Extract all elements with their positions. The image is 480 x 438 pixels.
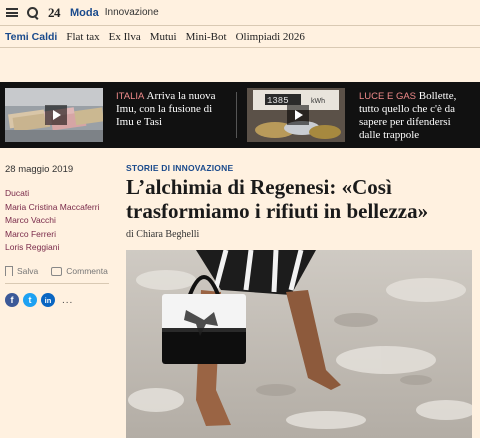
- facebook-icon[interactable]: f: [5, 293, 19, 307]
- video-thumbnail[interactable]: 1385 kWh: [247, 88, 345, 142]
- nav-link-flat-tax[interactable]: Flat tax: [66, 31, 99, 43]
- nav-link-mutui[interactable]: Mutui: [150, 31, 177, 43]
- article-actions: Salva Commenta: [5, 266, 108, 279]
- hot-topics-nav: Temi Caldi Flat tax Ex Ilva Mutui Mini-B…: [0, 26, 480, 48]
- article-kicker[interactable]: STORIE DI INNOVAZIONE: [126, 163, 233, 173]
- related-tags: Ducati Maria Cristina Maccaferri Marco V…: [5, 187, 99, 255]
- article-date: 28 maggio 2019: [5, 164, 74, 175]
- video-tag: LUCE E GAS: [359, 91, 417, 102]
- tag-link[interactable]: Ducati: [5, 187, 99, 201]
- logo[interactable]: 24: [48, 5, 61, 21]
- section-link[interactable]: Moda: [70, 7, 99, 19]
- tag-link[interactable]: Loris Reggiani: [5, 241, 99, 255]
- play-icon[interactable]: [287, 105, 309, 125]
- tag-link[interactable]: Marco Ferreri: [5, 228, 99, 242]
- menu-icon[interactable]: [6, 8, 18, 17]
- bookmark-icon[interactable]: [5, 266, 13, 279]
- hot-topics-label: Temi Caldi: [5, 30, 58, 43]
- video-tag: ITALIA: [116, 91, 145, 102]
- meter-digits: 1385: [267, 96, 289, 106]
- tag-link[interactable]: Maria Cristina Maccaferri: [5, 201, 99, 215]
- nav-link-olimpiadi[interactable]: Olimpiadi 2026: [236, 31, 305, 43]
- video-item-imu[interactable]: ITALIA Arriva la nuova Imu, con la fusio…: [5, 88, 233, 142]
- comment-button[interactable]: Commenta: [66, 266, 108, 276]
- divider: [5, 283, 109, 284]
- article-hero-image: [126, 250, 472, 438]
- article-title: L’alchimia di Regenesi: «Così trasformia…: [126, 175, 429, 223]
- tag-link[interactable]: Marco Vacchi: [5, 214, 99, 228]
- divider: [236, 92, 237, 138]
- article-byline: di Chiara Beghelli: [126, 229, 200, 240]
- social-share: f t in ...: [5, 293, 73, 307]
- video-item-bollette[interactable]: 1385 kWh LUCE E GAS Bollette, tutto quel…: [247, 88, 475, 142]
- video-banner: ITALIA Arriva la nuova Imu, con la fusio…: [0, 82, 480, 148]
- video-thumbnail[interactable]: [5, 88, 103, 142]
- nav-link-mini-bot[interactable]: Mini-Bot: [186, 31, 227, 43]
- more-options-icon[interactable]: ...: [62, 295, 73, 306]
- meter-unit: kWh: [311, 98, 325, 105]
- top-bar: 24 Moda Innovazione: [0, 0, 480, 26]
- nav-link-ex-ilva[interactable]: Ex Ilva: [109, 31, 141, 43]
- linkedin-icon[interactable]: in: [41, 293, 55, 307]
- search-icon[interactable]: [27, 6, 39, 19]
- twitter-icon[interactable]: t: [23, 293, 37, 307]
- save-button[interactable]: Salva: [17, 266, 38, 276]
- play-icon[interactable]: [45, 105, 67, 125]
- comment-icon[interactable]: [51, 266, 63, 276]
- subsection-link[interactable]: Innovazione: [105, 7, 159, 18]
